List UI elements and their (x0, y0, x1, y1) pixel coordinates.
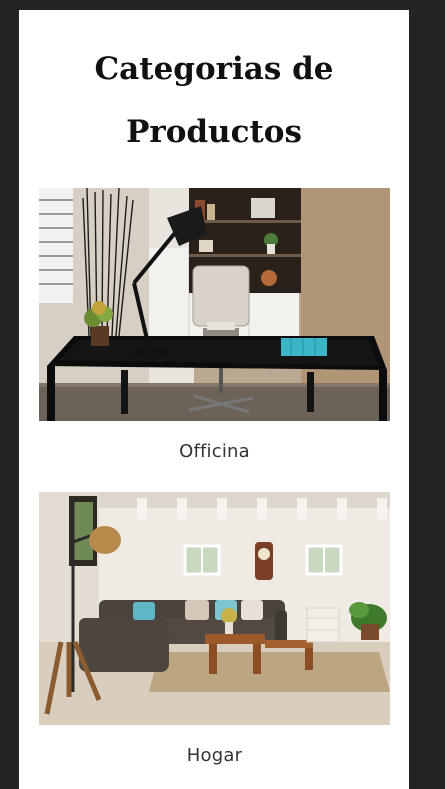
living-room-photo[interactable] (39, 492, 390, 725)
category-card-office[interactable]: Officina (39, 188, 390, 462)
category-label-office[interactable]: Officina (39, 441, 390, 462)
categories-section: Categorias de Productos Officina Hogar (19, 10, 409, 789)
category-card-home[interactable]: Hogar (39, 492, 390, 766)
category-label-home[interactable]: Hogar (39, 745, 390, 766)
office-desk-photo[interactable] (39, 188, 390, 421)
page-title: Categorias de Productos (94, 51, 334, 150)
